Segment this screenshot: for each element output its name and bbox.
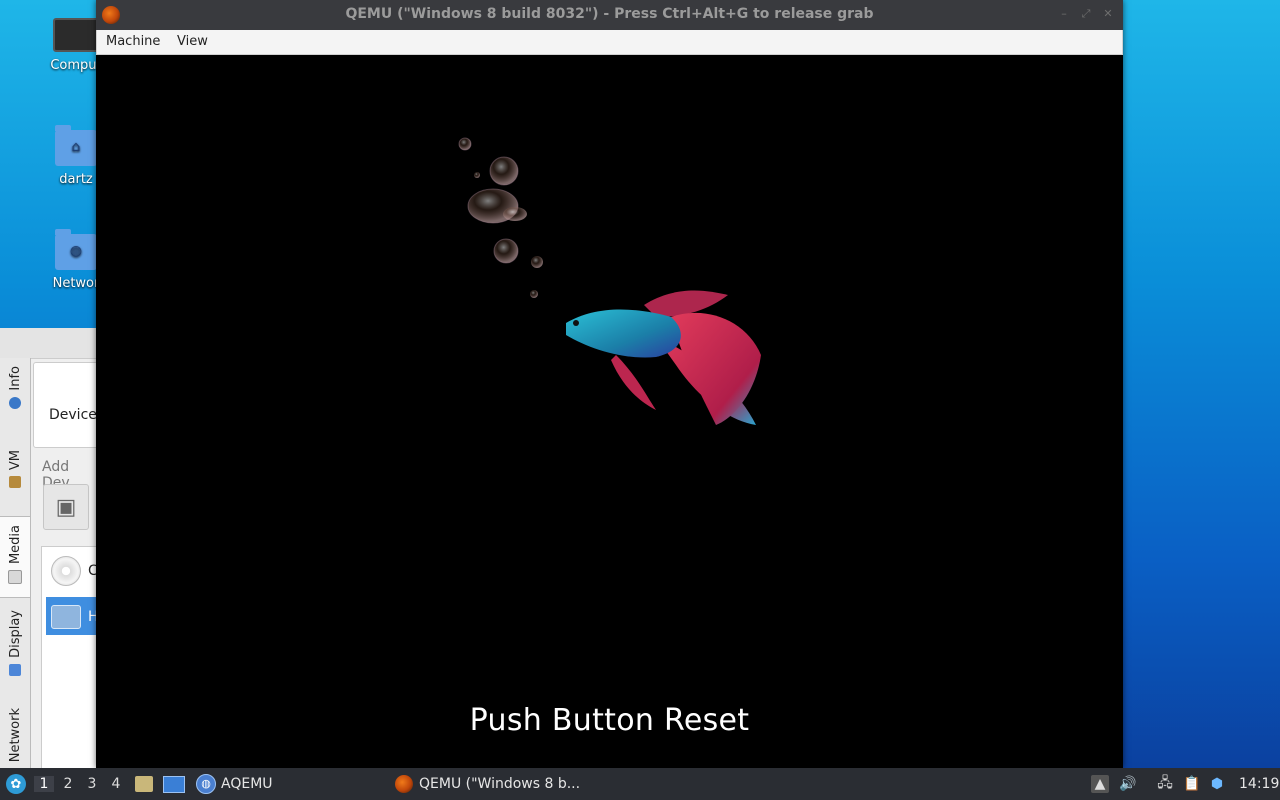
arrow-up-icon: ▲ xyxy=(1091,775,1109,793)
task-label: QEMU ("Windows 8 b... xyxy=(419,776,581,792)
workspace-button[interactable]: 1 xyxy=(34,776,54,792)
network-icon: 🖧 xyxy=(1157,775,1173,791)
aqemu-side-tabs: Info VM Media Display Network xyxy=(0,358,31,768)
maximize-icon[interactable]: ⤢ xyxy=(1079,7,1093,21)
task-qemu[interactable]: QEMU ("Windows 8 b... xyxy=(395,768,580,800)
task-label: AQEMU xyxy=(221,776,273,792)
desktop-icon xyxy=(163,775,185,793)
volume-icon: 🔊 xyxy=(1119,776,1137,792)
workspace-button[interactable]: 4 xyxy=(106,776,126,792)
file-manager-icon xyxy=(135,776,153,792)
tray-show-hidden[interactable]: ▲ xyxy=(1091,768,1109,800)
tray-clipboard[interactable]: 📋 xyxy=(1183,768,1201,800)
tray-network[interactable]: 🖧 xyxy=(1156,768,1174,800)
guest-status-text: Push Button Reset xyxy=(469,703,750,738)
disk-icon xyxy=(8,570,22,585)
workspace-button[interactable]: 3 xyxy=(82,776,102,792)
tab-info[interactable]: Info xyxy=(0,366,30,438)
clipboard-icon: 📋 xyxy=(1183,776,1201,792)
taskbar: ✿ 1 2 3 4 ◍ AQEMU QEMU ("Windows 8 b... … xyxy=(0,768,1280,800)
workspace-switcher: 1 2 3 4 xyxy=(34,768,126,800)
tab-label: Info xyxy=(7,366,23,391)
bubbles xyxy=(458,137,543,298)
floppy-icon: ▣ xyxy=(55,494,77,520)
computer-icon xyxy=(53,18,99,52)
menu-bar: Machine View xyxy=(96,30,1123,55)
tab-label: VM xyxy=(7,450,23,471)
title-bar[interactable]: QEMU ("Windows 8 build 8032") - Press Ct… xyxy=(96,0,1123,30)
start-menu-button[interactable]: ✿ xyxy=(6,768,26,800)
aqemu-icon: ◍ xyxy=(196,774,216,794)
start-menu-icon: ✿ xyxy=(6,774,26,794)
devices-panel: Device xyxy=(33,362,105,448)
clock[interactable]: 14:19 xyxy=(1239,768,1279,800)
file-manager-launcher[interactable] xyxy=(135,768,153,800)
window-title: QEMU ("Windows 8 build 8032") - Press Ct… xyxy=(345,6,874,22)
task-aqemu[interactable]: ◍ AQEMU xyxy=(196,768,273,800)
qemu-window: QEMU ("Windows 8 build 8032") - Press Ct… xyxy=(96,0,1123,768)
qemu-icon xyxy=(395,775,413,793)
network-folder-icon: ◍ xyxy=(55,229,97,270)
workspace-button[interactable]: 2 xyxy=(58,776,78,792)
update-notifier-icon: ⬢ xyxy=(1210,776,1224,792)
tab-vm[interactable]: VM xyxy=(0,450,30,510)
tab-label: Media xyxy=(7,525,23,565)
tab-label: Network xyxy=(7,708,23,763)
tab-media[interactable]: Media xyxy=(0,516,30,598)
info-icon xyxy=(9,396,21,409)
minimize-icon[interactable]: – xyxy=(1057,7,1071,21)
menu-machine[interactable]: Machine xyxy=(106,34,160,49)
aqemu-toolbar xyxy=(0,328,96,359)
close-icon[interactable]: ✕ xyxy=(1101,7,1115,21)
cdrom-icon xyxy=(51,556,81,586)
fish xyxy=(566,290,761,425)
tab-label: Display xyxy=(7,610,23,658)
guest-screen[interactable]: Push Button Reset xyxy=(96,55,1123,768)
betta-fish-illustration xyxy=(458,137,761,425)
harddisk-icon xyxy=(51,605,81,629)
home-folder-icon: ⌂ xyxy=(55,125,97,166)
clock-time: 14:19 xyxy=(1239,776,1280,792)
display-icon xyxy=(9,663,21,676)
tab-network[interactable]: Network xyxy=(0,708,30,768)
tab-display[interactable]: Display xyxy=(0,604,30,696)
tray-updates[interactable]: ⬢ xyxy=(1208,768,1226,800)
tools-icon xyxy=(9,476,21,489)
show-desktop-launcher[interactable] xyxy=(163,768,185,800)
media-list: C H xyxy=(41,546,106,770)
aqemu-window: Info VM Media Display Network Device Add… xyxy=(0,328,106,770)
menu-view[interactable]: View xyxy=(177,34,208,49)
save-button[interactable]: ▣ xyxy=(43,484,89,530)
devices-label: Device xyxy=(49,407,97,423)
tray-volume[interactable]: 🔊 xyxy=(1119,768,1137,800)
window-controls: – ⤢ ✕ xyxy=(1057,7,1115,21)
